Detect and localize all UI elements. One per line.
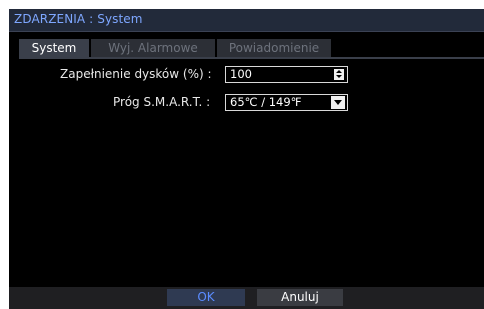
disk-full-separator: :: [207, 67, 212, 81]
chevron-down-icon: [334, 100, 342, 105]
title-prefix: ZDARZENIA: [14, 12, 86, 26]
disk-full-stepper[interactable]: 100: [225, 66, 348, 83]
events-dialog: ZDARZENIA : System System Wyj. Alarmowe …: [9, 9, 484, 309]
smart-threshold-value: 65℃ / 149℉: [230, 95, 302, 109]
disk-full-label-text: Zapełnienie dysków (%): [60, 67, 204, 81]
tab-system[interactable]: System: [19, 39, 89, 57]
stepper-up-icon[interactable]: [336, 70, 342, 73]
stepper-arrows-icon[interactable]: [334, 69, 344, 80]
smart-threshold-select[interactable]: 65℃ / 149℉: [225, 94, 348, 111]
title-page: System: [97, 12, 143, 26]
smart-label: Próg S.M.A.R.T. :: [113, 95, 210, 109]
dialog-title: ZDARZENIA : System: [14, 12, 143, 26]
title-separator: :: [89, 12, 94, 26]
smart-label-text: Próg S.M.A.R.T.: [113, 95, 203, 109]
disk-full-label: Zapełnienie dysków (%) :: [60, 67, 212, 81]
title-bar: ZDARZENIA : System: [9, 9, 484, 32]
cancel-button[interactable]: Anuluj: [257, 289, 343, 306]
stepper-down-icon[interactable]: [336, 75, 342, 78]
ok-button[interactable]: OK: [167, 289, 245, 306]
disk-full-value: 100: [230, 67, 252, 81]
smart-separator: :: [206, 95, 211, 109]
dropdown-arrow-button[interactable]: [331, 96, 345, 109]
tab-alarm-outputs[interactable]: Wyj. Alarmowe: [91, 39, 215, 57]
tab-underline: [19, 57, 484, 59]
tab-notification[interactable]: Powiadomienie: [217, 39, 331, 57]
button-bar: [9, 287, 484, 309]
